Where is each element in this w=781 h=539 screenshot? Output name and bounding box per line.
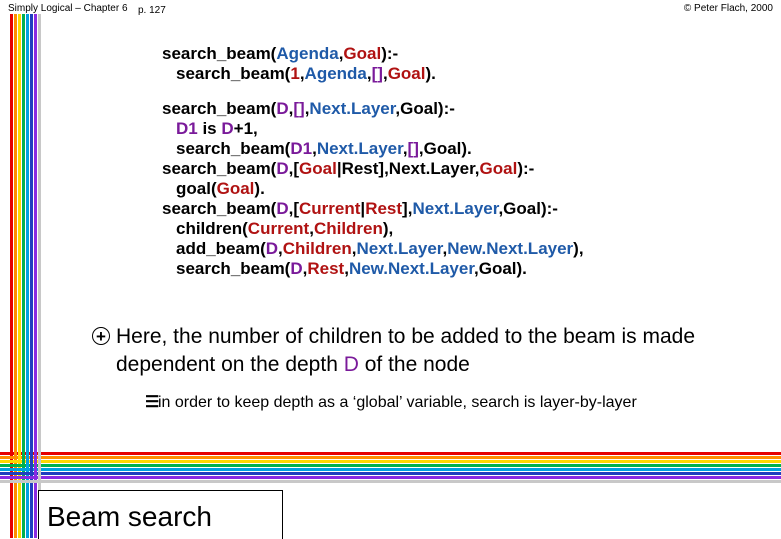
horizontal-stripe <box>0 468 781 471</box>
code-token: D <box>221 119 234 138</box>
code-token: search_beam( <box>176 64 291 83</box>
code-token: Goal <box>479 159 518 178</box>
bullet-sub: ☰in order to keep depth as a ‘global’ va… <box>145 392 637 412</box>
code-token: Children <box>313 219 383 238</box>
code-token: D <box>265 239 279 258</box>
code-token: ). <box>254 179 265 198</box>
code-token: search_beam( <box>176 139 291 158</box>
code-token: [] <box>371 64 383 83</box>
code-token: search_beam( <box>162 44 277 63</box>
code-token: Current <box>247 219 310 238</box>
code-line: add_beam(D,Children,Next.Layer,New.Next.… <box>176 239 584 259</box>
code-token: search_beam( <box>176 259 291 278</box>
code-token: ], <box>402 199 413 218</box>
code-token: 1 <box>290 64 300 83</box>
code-token: search_beam( <box>162 99 277 118</box>
code-line: search_beam(D,[],Next.Layer,Goal):- <box>162 99 455 119</box>
code-token: ,Goal). <box>418 139 472 158</box>
code-token: New.Next.Layer <box>447 239 574 258</box>
header-left: Simply Logical – Chapter 6 <box>8 3 128 14</box>
depth-variable: D <box>343 353 359 376</box>
code-line: goal(Goal). <box>176 179 265 199</box>
code-line: search_beam(D,[Goal|Rest],Next.Layer,Goa… <box>162 159 534 179</box>
bullet-main-text: Here, the number of children to be added… <box>116 325 696 376</box>
code-token: ,Goal). <box>474 259 527 278</box>
code-token: goal( <box>176 179 217 198</box>
slide-title: Beam search <box>47 501 212 532</box>
code-line: search_beam(1,Agenda,[],Goal). <box>176 64 436 84</box>
code-token: search_beam( <box>162 199 277 218</box>
horizontal-stripe <box>0 464 781 467</box>
vertical-stripe <box>26 14 29 538</box>
code-token: ), <box>573 239 584 258</box>
horizontal-stripe <box>0 456 781 459</box>
code-line: search_beam(D,[Current|Rest],Next.Layer,… <box>162 199 558 219</box>
code-token: +1, <box>233 119 258 138</box>
code-line: D1 is D+1, <box>176 119 258 139</box>
code-token: Rest <box>307 259 345 278</box>
code-line: search_beam(Agenda,Goal):- <box>162 44 398 64</box>
code-token: Next.Layer <box>356 239 443 258</box>
code-token: Children <box>282 239 352 258</box>
code-token: ):- <box>517 159 535 178</box>
horizontal-stripe <box>0 452 781 455</box>
vertical-stripe <box>22 14 25 538</box>
code-token: is <box>197 119 222 138</box>
vertical-stripe <box>30 14 33 538</box>
code-token: Current <box>299 199 361 218</box>
code-token: Goal <box>299 159 337 178</box>
code-token: D <box>290 259 303 278</box>
code-token: add_beam( <box>176 239 266 258</box>
code-token: children( <box>176 219 248 238</box>
horizontal-stripe <box>0 476 781 479</box>
code-token: ,Goal):- <box>498 199 558 218</box>
vertical-stripe <box>34 14 37 538</box>
horizontal-stripe <box>0 472 781 475</box>
code-token: Next.Layer <box>309 99 396 118</box>
horizontal-stripe <box>0 480 781 483</box>
code-token: Goal <box>216 179 255 198</box>
horizontal-stripe <box>0 460 781 463</box>
code-token: D <box>276 159 289 178</box>
code-token: Next.Layer <box>412 199 499 218</box>
code-token: D1 <box>290 139 313 158</box>
code-token: [] <box>293 99 305 118</box>
vertical-stripe <box>38 14 41 538</box>
code-token: New.Next.Layer <box>348 259 474 278</box>
code-token: ,[ <box>288 199 300 218</box>
code-token: ):- <box>381 44 399 63</box>
header-copyright: © Peter Flach, 2000 <box>683 3 773 14</box>
code-token: Rest <box>365 199 403 218</box>
header-page-number: p. 127 <box>138 5 166 16</box>
code-token: ), <box>382 219 394 238</box>
code-token: D <box>276 99 289 118</box>
slide-title-box: Beam search <box>38 490 283 539</box>
code-token: Goal <box>387 64 426 83</box>
code-token: ,[ <box>288 159 300 178</box>
code-token: Goal <box>343 44 382 63</box>
code-token: Agenda <box>304 64 367 83</box>
code-token: search_beam( <box>162 159 277 178</box>
bullet-sub-text: in order to keep depth as a ‘global’ var… <box>158 394 637 411</box>
code-token: ). <box>425 64 436 83</box>
code-token: D <box>276 199 289 218</box>
numbered-list-icon: ☰ <box>145 394 160 411</box>
code-token: Agenda <box>276 44 339 63</box>
code-line: search_beam(D1,Next.Layer,[],Goal). <box>176 139 472 159</box>
code-token: |Rest],Next.Layer, <box>336 159 480 178</box>
code-line: children(Current,Children), <box>176 219 393 239</box>
code-token: Next.Layer <box>316 139 403 158</box>
code-token: D1 <box>176 119 198 138</box>
code-line: search_beam(D,Rest,New.Next.Layer,Goal). <box>176 259 527 279</box>
plus-circle-icon: + <box>92 327 110 346</box>
code-token: [] <box>407 139 419 158</box>
code-token: ,Goal):- <box>395 99 455 118</box>
